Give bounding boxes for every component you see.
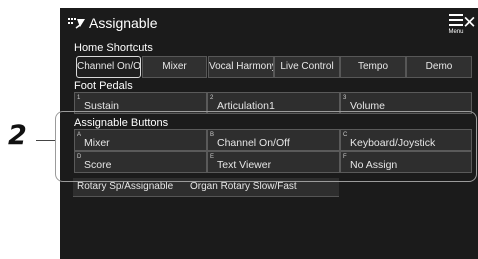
page-title: Assignable [89,15,158,31]
assignable-button-d[interactable]: D Score [74,151,207,173]
foot-pedal-3-button[interactable]: 3 Volume [340,92,472,114]
assignable-function: Keyboard/Joystick [350,137,436,149]
title-bar: Assignable Menu ✕ [60,8,478,38]
foot-pedal-number: 2 [210,95,214,101]
foot-pedal-number: 3 [343,95,347,101]
assignable-key: E [210,154,215,160]
assignable-key: D [77,154,82,160]
foot-pedal-1-button[interactable]: 1 Sustain [74,92,207,114]
foot-pedal-label: Sustain [84,100,120,112]
close-icon[interactable]: ✕ [461,13,478,33]
foot-pedal-number: 1 [77,95,81,101]
shortcut-channel-on-off-button[interactable]: Channel On/Off [76,56,141,78]
assignable-button-f[interactable]: F No Assign [340,151,472,173]
rotary-sp-assignable-button[interactable]: Rotary Sp/Assignable [77,178,173,196]
home-shortcuts-label: Home Shortcuts [74,42,153,54]
callout-line [36,140,56,141]
empty-area [60,198,478,259]
assignable-button-c[interactable]: C Keyboard/Joystick [340,129,472,151]
organ-rotary-slow-fast-button[interactable]: Organ Rotary Slow/Fast [190,178,297,196]
assignable-button-b[interactable]: B Channel On/Off [207,129,340,151]
shortcut-live-control-button[interactable]: Live Control [274,56,340,78]
callout-number: 2 [8,120,27,151]
assignable-function: No Assign [350,159,398,171]
assignable-function: Text Viewer [217,159,272,171]
assignable-icon [68,18,85,29]
shortcut-mixer-button[interactable]: Mixer [142,56,207,78]
shortcut-demo-button[interactable]: Demo [406,56,472,78]
assignable-function: Channel On/Off [217,137,290,149]
assignable-key: F [343,154,347,160]
shortcut-tempo-button[interactable]: Tempo [340,56,406,78]
assignable-key: B [210,132,215,138]
assignable-key: C [343,132,348,138]
assignable-key: A [77,132,82,138]
rotary-row: Rotary Sp/Assignable Organ Rotary Slow/F… [73,178,339,197]
assignable-screen: Assignable Menu ✕ Home Shortcuts Channel… [60,8,478,259]
foot-pedal-2-button[interactable]: 2 Articulation1 [207,92,340,114]
assignable-button-a[interactable]: A Mixer [74,129,207,151]
assignable-function: Score [84,159,112,171]
foot-pedal-label: Volume [350,100,386,112]
assignable-button-e[interactable]: E Text Viewer [207,151,340,173]
shortcut-vocal-harmony-button[interactable]: Vocal Harmony [208,56,274,78]
foot-pedal-label: Articulation1 [217,100,275,112]
assignable-function: Mixer [84,137,110,149]
